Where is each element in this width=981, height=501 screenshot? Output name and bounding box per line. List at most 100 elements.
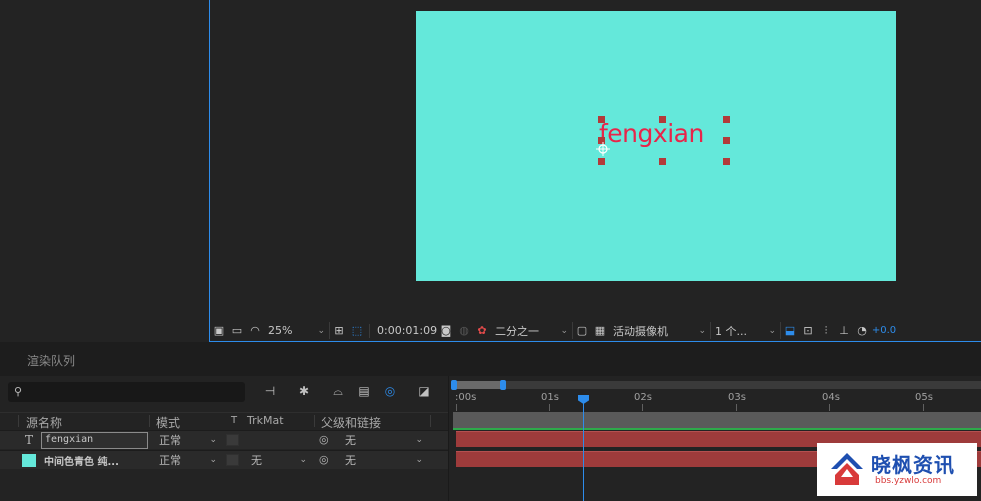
house-logo-icon [831, 453, 863, 485]
text-layer-preview[interactable]: fengxian [599, 119, 704, 148]
views-dropdown[interactable]: 1 个... ⌄ [711, 322, 781, 339]
parent-dropdown[interactable]: 无 ⌄ [342, 432, 426, 448]
divider [369, 323, 370, 338]
transparency-grid-icon[interactable]: ▦ [591, 323, 609, 339]
work-area-bar[interactable] [453, 412, 981, 428]
zoom-value: 25% [268, 324, 293, 337]
layer-search-input[interactable]: ⚲ [8, 382, 245, 402]
selection-handle[interactable] [723, 158, 730, 165]
divider [149, 415, 150, 427]
ruler-label: :00s [455, 392, 477, 403]
frame-blending-icon[interactable]: ▤ [355, 384, 373, 400]
mode-value: 正常 [159, 434, 181, 447]
search-icon: ⚲ [14, 385, 23, 398]
always-preview-icon[interactable]: ▣ [210, 323, 228, 339]
selection-handle[interactable] [598, 158, 605, 165]
watermark-url: bbs.yzwlo.com [875, 476, 942, 486]
composition-mini-flowchart-icon[interactable]: ⊣ [261, 384, 279, 400]
chevron-down-icon: ⌄ [698, 325, 706, 336]
chevron-down-icon: ⌄ [415, 435, 423, 445]
chevron-down-icon: ⌄ [768, 325, 776, 336]
fit-icon[interactable]: ⊞ [330, 323, 348, 339]
parent-pickwhip-icon[interactable]: ◎ [319, 433, 329, 446]
ruler-label: 04s [822, 392, 840, 403]
trkmat-dropdown[interactable]: 无 ⌄ [248, 452, 310, 468]
selection-handle[interactable] [723, 137, 730, 144]
ruler-tick [642, 404, 643, 411]
render-queue-tab[interactable]: 渲染队列 [0, 343, 981, 376]
timecode-display[interactable]: 0:00:01:09 [373, 322, 437, 339]
shy-layers-icon[interactable]: ⌓ [329, 384, 347, 400]
show-snapshot-icon[interactable]: ◍ [455, 323, 473, 339]
watermark-title: 晓枫资讯 [871, 453, 955, 477]
exposure-icon[interactable]: ◔ [853, 323, 871, 339]
draft-3d-icon[interactable]: ✱ [295, 384, 313, 400]
timecode-value: 0:00:01:09 [377, 324, 438, 337]
time-navigator-range[interactable] [453, 381, 502, 389]
region-of-interest-icon[interactable]: ⬚ [348, 323, 366, 339]
mask-icon[interactable]: ◠ [246, 323, 264, 339]
ruler-label: 02s [634, 392, 652, 403]
layer-name-field[interactable]: fengxian [41, 432, 148, 449]
resolution-value: 二分之一 [495, 324, 539, 338]
column-trkmat[interactable]: TrkMat [247, 414, 284, 427]
layer-row[interactable]: T fengxian 正常 ⌄ ◎ 无 ⌄ [0, 430, 448, 449]
parent-pickwhip-icon[interactable]: ◎ [319, 453, 329, 466]
column-parent[interactable]: 父级和链接 [321, 414, 381, 431]
toggle-pixel-aspect-icon[interactable]: ⬓ [781, 323, 799, 339]
divider [314, 415, 315, 427]
column-mode[interactable]: 模式 [156, 414, 180, 431]
fast-previews-icon[interactable]: ▢ [573, 323, 591, 339]
viewer-toolbar: ▣ ▭ ◠ 25% ⌄ ⊞ ⬚ 0:00:01:09 ◙ ◍ ✿ 二分之一 ⌄ … [210, 320, 981, 341]
composition-frame[interactable]: fengxian [416, 11, 896, 281]
chevron-down-icon: ⌄ [209, 435, 217, 445]
graph-editor-icon[interactable]: ◪ [415, 384, 433, 400]
project-panel [0, 0, 209, 342]
anchor-point-icon[interactable] [595, 141, 611, 157]
divider [430, 415, 431, 427]
parent-value: 无 [345, 454, 356, 467]
color-channel-icon[interactable]: ✿ [473, 323, 491, 339]
resolution-dropdown[interactable]: 二分之一 ⌄ [491, 322, 573, 339]
camera-dropdown[interactable]: 活动摄像机 ⌄ [609, 322, 711, 339]
parent-dropdown[interactable]: 无 ⌄ [342, 452, 426, 468]
ruler-tick [829, 404, 830, 411]
ruler-tick [736, 404, 737, 411]
motion-blur-icon[interactable]: ◎ [381, 384, 399, 400]
selection-handle[interactable] [659, 116, 666, 123]
ruler-label: 05s [915, 392, 933, 403]
flowchart-icon[interactable]: ⊥ [835, 323, 853, 339]
render-queue-label: 渲染队列 [27, 354, 76, 368]
playhead-line[interactable] [583, 398, 584, 501]
preserve-transparency-checkbox[interactable] [226, 434, 239, 446]
chevron-down-icon: ⌄ [415, 455, 423, 465]
ruler-tick [456, 404, 457, 411]
column-t[interactable]: T [231, 415, 237, 426]
selection-handle[interactable] [723, 116, 730, 123]
timeline-column-header: 源名称 模式 T TrkMat 父级和链接 [0, 412, 448, 431]
reset-exposure-icon[interactable]: ⊡ [799, 323, 817, 339]
selection-handle[interactable] [598, 116, 605, 123]
composition-viewer[interactable]: fengxian ▣ ▭ ◠ 25% ⌄ ⊞ ⬚ 0:00:01:09 ◙ ◍ … [209, 0, 981, 342]
chevron-down-icon: ⌄ [560, 325, 568, 336]
column-source-name[interactable]: 源名称 [26, 414, 62, 431]
mode-dropdown[interactable]: 正常 ⌄ [156, 432, 220, 448]
zoom-dropdown[interactable]: 25% ⌄ [264, 322, 330, 339]
timeline-icon[interactable]: ⫶ [817, 323, 835, 339]
layer-name: 中间色青色 纯... [44, 457, 119, 468]
monitor-icon[interactable]: ▭ [228, 323, 246, 339]
layer-row[interactable]: 中间色青色 纯... 正常 ⌄ 无 ⌄ ◎ 无 ⌄ [0, 450, 448, 469]
camera-snapshot-icon[interactable]: ◙ [437, 323, 455, 339]
mode-value: 正常 [159, 454, 181, 467]
mode-dropdown[interactable]: 正常 ⌄ [156, 452, 220, 468]
selection-handle[interactable] [659, 158, 666, 165]
time-navigator[interactable] [451, 380, 981, 390]
parent-value: 无 [345, 434, 356, 447]
views-value: 1 个... [715, 324, 747, 338]
divider [18, 415, 19, 427]
preserve-transparency-checkbox[interactable] [226, 454, 239, 466]
solid-color-swatch [22, 454, 36, 467]
exposure-value[interactable]: +0.0 [871, 323, 897, 339]
time-ruler[interactable]: :00s 01s 02s 03s 04s 05s [449, 389, 981, 411]
layer-name: fengxian [45, 434, 94, 445]
